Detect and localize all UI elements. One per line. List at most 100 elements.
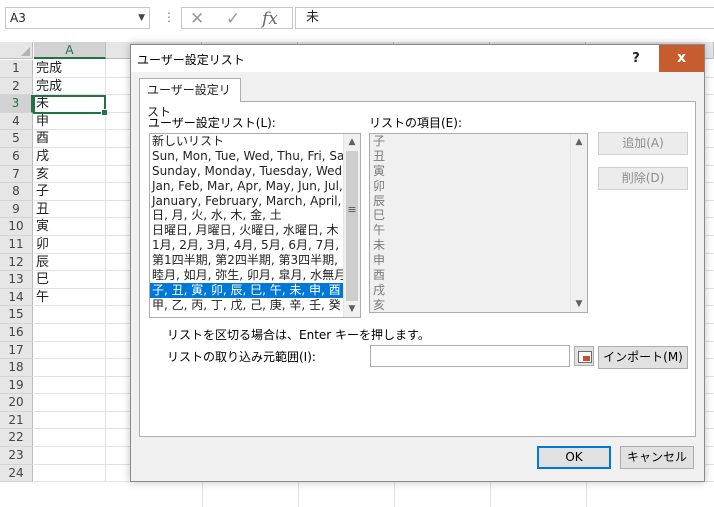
list-item[interactable]: Sun, Mon, Tue, Wed, Thu, Fri, Sa <box>150 149 344 164</box>
list-item[interactable]: 第1四半期, 第2四半期, 第3四半期, <box>150 253 344 268</box>
cell-a[interactable] <box>34 359 106 377</box>
import-range-label: リストの取り込み元範囲(I): <box>167 350 316 364</box>
row-header[interactable]: 9 <box>0 200 33 219</box>
row-header[interactable]: 18 <box>0 359 33 377</box>
cell-a[interactable]: 完成 <box>34 60 106 78</box>
scroll-down-icon[interactable]: ▼ <box>571 296 587 312</box>
tab-custom-lists[interactable]: ユーザー設定リスト <box>139 78 241 119</box>
ok-button[interactable]: OK <box>537 446 611 469</box>
row-header[interactable]: 20 <box>0 394 33 412</box>
cell-a[interactable] <box>34 376 106 395</box>
scroll-thumb[interactable] <box>346 151 358 301</box>
scroll-up-icon[interactable]: ▲ <box>571 134 587 150</box>
row-header[interactable]: 7 <box>0 165 33 184</box>
scroll-up-icon[interactable]: ▲ <box>344 134 360 150</box>
import-button[interactable]: インポート(M) <box>598 346 688 369</box>
list-item[interactable]: 睦月, 如月, 弥生, 卯月, 皐月, 水無月 <box>150 268 344 283</box>
enter-hint: リストを区切る場合は、Enter キーを押します。 <box>167 328 430 342</box>
row-header[interactable]: 3 <box>0 95 33 113</box>
cell-a[interactable] <box>34 464 106 483</box>
cell-a[interactable] <box>34 394 106 412</box>
list-item[interactable]: Sunday, Monday, Tuesday, Wedn <box>150 164 344 179</box>
insert-function-icon[interactable]: fx <box>262 9 278 29</box>
cell-a[interactable]: 申 <box>34 112 106 131</box>
cancel-icon[interactable]: ✕ <box>190 9 204 29</box>
cell-a[interactable]: 卯 <box>34 235 106 254</box>
active-cell-border[interactable] <box>33 95 108 116</box>
list-entry: 午 <box>373 223 386 238</box>
list-item[interactable]: 日, 月, 火, 水, 木, 金, 土 <box>150 208 344 223</box>
row-header[interactable]: 5 <box>0 130 33 148</box>
range-select-icon[interactable] <box>574 346 594 366</box>
dialog-titlebar[interactable]: ユーザー設定リスト ? x <box>131 45 704 72</box>
row-header[interactable]: 15 <box>0 306 33 324</box>
row-header[interactable]: 6 <box>0 147 33 166</box>
row-header[interactable]: 13 <box>0 271 33 289</box>
scroll-down-icon[interactable]: ▼ <box>344 301 360 317</box>
row-header[interactable]: 2 <box>0 77 33 96</box>
row-header[interactable]: 12 <box>0 253 33 272</box>
list-item[interactable]: Jan, Feb, Mar, Apr, May, Jun, Jul, <box>150 179 344 194</box>
cell-a[interactable]: 亥 <box>34 165 106 184</box>
list-item[interactable]: January, February, March, April, <box>150 194 344 209</box>
row-header[interactable]: 19 <box>0 376 33 395</box>
row-header[interactable]: 1 <box>0 60 33 78</box>
row-header[interactable]: 11 <box>0 235 33 254</box>
cell-a[interactable] <box>34 447 106 465</box>
cell-a[interactable]: 巳 <box>34 271 106 289</box>
formula-input[interactable]: 未 <box>295 7 714 29</box>
lists-scrollbar[interactable]: ▲ ≡ ▼ <box>343 134 360 317</box>
row-header[interactable]: 24 <box>0 464 33 483</box>
cell-a[interactable] <box>34 323 106 342</box>
help-button[interactable]: ? <box>613 45 659 72</box>
row-header[interactable]: 17 <box>0 341 33 360</box>
enter-icon[interactable]: ✓ <box>226 9 240 29</box>
row-header[interactable]: 4 <box>0 112 33 131</box>
row-header[interactable]: 16 <box>0 323 33 342</box>
list-entries-textbox[interactable]: 子丑寅卯辰巳午未申酉戌亥 ▲ ▼ <box>369 133 588 313</box>
cell-a[interactable] <box>34 429 106 448</box>
list-entry: 未 <box>373 238 386 253</box>
cancel-button[interactable]: キャンセル <box>620 446 694 469</box>
more-options-icon[interactable]: ⋮ <box>163 10 175 24</box>
cell-a[interactable] <box>34 341 106 360</box>
cell-a[interactable]: 完成 <box>34 77 106 96</box>
list-entry: 戌 <box>373 282 386 297</box>
list-entry: 亥 <box>373 297 386 312</box>
cell-a[interactable]: 午 <box>34 288 106 307</box>
cell-a[interactable] <box>34 411 106 430</box>
add-button[interactable]: 追加(A) <box>598 132 688 155</box>
row-header[interactable]: 23 <box>0 447 33 465</box>
column-header-a[interactable]: A <box>34 42 106 59</box>
row-header[interactable]: 22 <box>0 429 33 448</box>
name-box[interactable]: A3 ▼ <box>5 7 150 29</box>
entries-scrollbar[interactable]: ▲ ▼ <box>570 134 587 312</box>
list-item[interactable]: 1月, 2月, 3月, 4月, 5月, 6月, 7月, <box>150 238 344 253</box>
list-item[interactable]: 日曜日, 月曜日, 火曜日, 水曜日, 木 <box>150 223 344 238</box>
list-item[interactable]: 新しいリスト <box>150 134 344 149</box>
custom-lists-listbox[interactable]: 新しいリスト Sun, Mon, Tue, Wed, Thu, Fri, Sa Su… <box>149 133 361 318</box>
row-header[interactable]: 21 <box>0 411 33 430</box>
delete-button[interactable]: 削除(D) <box>598 167 688 190</box>
list-entries: 子丑寅卯辰巳午未申酉戌亥 <box>370 134 571 312</box>
list-entry: 卯 <box>373 178 386 193</box>
row-header[interactable]: 10 <box>0 218 33 236</box>
cell-a[interactable]: 子 <box>34 183 106 201</box>
list-item[interactable]: 子, 丑, 寅, 卯, 辰, 巳, 午, 未, 申, 酉 <box>150 282 344 298</box>
chevron-down-icon[interactable]: ▼ <box>138 8 145 28</box>
import-range-input[interactable] <box>370 345 570 367</box>
row-header[interactable]: 14 <box>0 288 33 307</box>
select-all-button[interactable] <box>0 42 33 59</box>
cell-a[interactable]: 丑 <box>34 200 106 219</box>
cell-a[interactable]: 戌 <box>34 147 106 166</box>
tab-panel: ユーザー設定リスト(L): リストの項目(E): 新しいリスト Sun, Mon,… <box>139 101 696 437</box>
list-item[interactable]: 甲, 乙, 丙, 丁, 戊, 己, 庚, 辛, 壬, 癸 <box>150 298 344 313</box>
cell-a[interactable] <box>34 306 106 324</box>
cell-a[interactable]: 寅 <box>34 218 106 236</box>
custom-lists-dialog: ユーザー設定リスト ? x ユーザー設定リスト ユーザー設定リスト(L): リス… <box>130 44 705 482</box>
row-header[interactable]: 8 <box>0 183 33 201</box>
cell-a[interactable]: 辰 <box>34 253 106 272</box>
close-button[interactable]: x <box>659 45 704 72</box>
cell-a[interactable]: 酉 <box>34 130 106 148</box>
formula-bar: A3 ▼ ⋮ ✕ ✓ fx 未 <box>0 0 714 38</box>
